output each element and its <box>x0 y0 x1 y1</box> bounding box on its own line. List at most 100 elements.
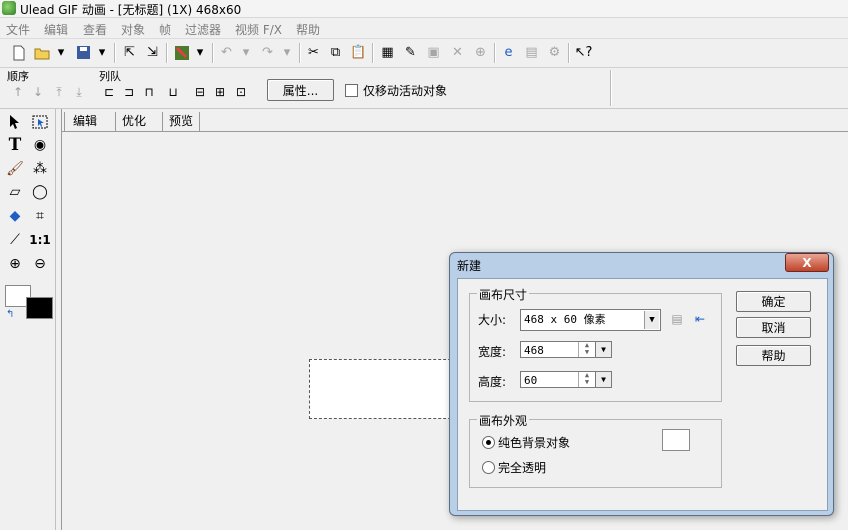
redo-dropdown-icon[interactable]: ▾ <box>281 44 293 61</box>
menu-bar: 文件 编辑 查看 对象 帧 过滤器 视频 F/X 帮助 <box>0 18 848 39</box>
canvas-size-group-title: 画布尺寸 <box>477 286 530 303</box>
align-top-icon[interactable]: ⊓ <box>141 84 157 100</box>
foreground-color-swatch[interactable] <box>26 297 53 319</box>
center-both-icon[interactable]: ⊡ <box>233 84 249 100</box>
menu-view[interactable]: 查看 <box>83 21 107 38</box>
zoom-in-icon[interactable]: ⊕ <box>5 254 25 274</box>
new-file-icon[interactable] <box>10 44 27 61</box>
toolbar-separator <box>568 43 570 63</box>
context-help-icon[interactable]: ↖? <box>575 44 593 61</box>
disabled-wizard-icon[interactable]: ⚙ <box>546 44 563 61</box>
delete-icon[interactable]: ✕ <box>449 44 466 61</box>
background-color-picker[interactable] <box>662 429 690 451</box>
tab-optimize[interactable]: 优化 <box>115 112 152 131</box>
size-label: 大小: <box>478 313 507 327</box>
chevron-down-icon[interactable]: ▼ <box>595 342 611 357</box>
frame-panel-icon[interactable]: ▦ <box>379 44 396 61</box>
bring-forward-icon[interactable]: ↑ <box>10 84 26 100</box>
solid-bg-radio[interactable] <box>482 436 495 449</box>
toolbar-separator <box>494 43 496 63</box>
undo-dropdown-icon[interactable]: ▾ <box>240 44 252 61</box>
menu-video-fx[interactable]: 视频 F/X <box>235 21 282 38</box>
image-editor-icon[interactable]: ✎ <box>402 44 419 61</box>
import-icon[interactable]: ⇱ <box>121 44 138 61</box>
send-backward-icon[interactable]: ↓ <box>30 84 46 100</box>
eraser-tool-icon[interactable]: ▱ <box>5 182 25 202</box>
menu-help[interactable]: 帮助 <box>296 21 320 38</box>
tab-preview[interactable]: 预览 <box>162 112 201 131</box>
width-field[interactable]: 468 ▲ ▼ ▼ <box>520 341 612 358</box>
ellipse-select-icon[interactable]: ◯ <box>30 182 50 202</box>
dialog-title: 新建 <box>457 259 482 273</box>
browser-preview-icon[interactable]: e <box>500 44 517 61</box>
view-tabs: 编辑 优化 预览 <box>62 109 848 132</box>
paste-icon[interactable]: 📋 <box>350 44 367 61</box>
align-bottom-icon[interactable]: ⊔ <box>165 84 181 100</box>
menu-frame[interactable]: 帧 <box>159 21 171 38</box>
app-icon <box>2 1 16 15</box>
copy-icon[interactable]: ⧉ <box>327 44 344 61</box>
optimize-icon[interactable]: ▣ <box>425 44 442 61</box>
align-right-icon[interactable]: ⊐ <box>121 84 137 100</box>
marquee-tool-icon[interactable] <box>30 112 50 132</box>
redo-icon[interactable]: ↷ <box>259 44 276 61</box>
tab-edit[interactable]: 编辑 <box>64 112 106 131</box>
cut-icon[interactable]: ✂ <box>305 44 322 61</box>
order-label: 顺序 <box>7 70 29 83</box>
align-left-icon[interactable]: ⊏ <box>101 84 117 100</box>
move-active-checkbox[interactable] <box>345 84 358 97</box>
eyedropper-tool-icon[interactable]: ⟋ <box>5 230 25 250</box>
height-spinner[interactable]: ▲ ▼ <box>578 372 595 387</box>
chevron-down-icon[interactable]: ▼ <box>595 372 611 387</box>
crop-tool-icon[interactable]: ⌗ <box>30 206 50 226</box>
swap-colors-icon[interactable]: ↰ <box>6 309 14 320</box>
duplicate-icon[interactable]: ⊕ <box>472 44 489 61</box>
add-size-icon[interactable]: ⇤ <box>692 311 708 327</box>
arrange-toolbar: 顺序 ↑ ↓ ⤒ ⤓ 列队 ⊏ ⊐ ⊓ ⊔ ⊟ ⊞ ⊡ 属性... 仅移动活动对… <box>0 68 848 109</box>
menu-file[interactable]: 文件 <box>6 21 30 38</box>
fill-tool-icon[interactable]: ◆ <box>5 206 25 226</box>
canvas-appearance-group-title: 画布外观 <box>477 412 530 429</box>
height-value: 60 <box>524 374 538 387</box>
save-icon[interactable] <box>75 44 92 61</box>
transparent-radio[interactable] <box>482 461 495 474</box>
disabled-preview-icon[interactable]: ▤ <box>523 44 540 61</box>
export-icon[interactable]: ⇲ <box>144 44 161 61</box>
width-spinner[interactable]: ▲ ▼ <box>578 342 595 357</box>
image-canvas[interactable] <box>309 359 471 419</box>
menu-filters[interactable]: 过滤器 <box>185 21 221 38</box>
bring-to-front-icon[interactable]: ⤒ <box>51 84 67 100</box>
palette-dropdown-icon[interactable]: ▾ <box>194 44 206 61</box>
toolbar-separator <box>610 70 612 106</box>
actual-size-icon[interactable]: 1:1 <box>29 230 51 250</box>
tool-panel: T ◉ 🖌 ⁂ ▱ ◯ ◆ ⌗ ⟋ 1:1 ⊕ ⊖ ↰ <box>0 109 56 530</box>
send-to-back-icon[interactable]: ⤓ <box>71 84 87 100</box>
open-dropdown-icon[interactable]: ▾ <box>55 44 67 61</box>
help-button[interactable]: 帮助 <box>736 345 811 366</box>
lasso-tool-icon[interactable]: ◉ <box>30 135 50 155</box>
pick-tool-icon[interactable] <box>5 112 25 132</box>
save-dropdown-icon[interactable]: ▾ <box>96 44 108 61</box>
color-palette-icon[interactable] <box>173 44 190 61</box>
height-field[interactable]: 60 ▲ ▼ ▼ <box>520 371 612 388</box>
remove-size-icon[interactable]: ▤ <box>669 311 685 327</box>
close-icon[interactable]: X <box>785 253 829 272</box>
ok-button[interactable]: 确定 <box>736 291 811 312</box>
center-horizontal-icon[interactable]: ⊟ <box>192 84 208 100</box>
brush-tool-icon[interactable]: 🖌 <box>5 159 25 179</box>
menu-edit[interactable]: 编辑 <box>44 21 68 38</box>
open-folder-icon[interactable] <box>34 44 51 61</box>
center-vertical-icon[interactable]: ⊞ <box>212 84 228 100</box>
undo-icon[interactable]: ↶ <box>218 44 235 61</box>
size-select-value: 468 x 60 像素 <box>524 313 606 326</box>
cancel-button[interactable]: 取消 <box>736 317 811 338</box>
magic-wand-tool-icon[interactable]: ⁂ <box>30 159 50 179</box>
text-tool-icon[interactable]: T <box>5 135 25 155</box>
properties-button[interactable]: 属性... <box>267 79 334 101</box>
zoom-out-icon[interactable]: ⊖ <box>30 254 50 274</box>
toolbar-separator <box>166 43 168 63</box>
chevron-down-icon[interactable]: ▼ <box>644 311 659 329</box>
menu-object[interactable]: 对象 <box>121 21 145 38</box>
size-select[interactable]: 468 x 60 像素 ▼ <box>520 309 661 331</box>
toolbar-separator <box>372 43 374 63</box>
